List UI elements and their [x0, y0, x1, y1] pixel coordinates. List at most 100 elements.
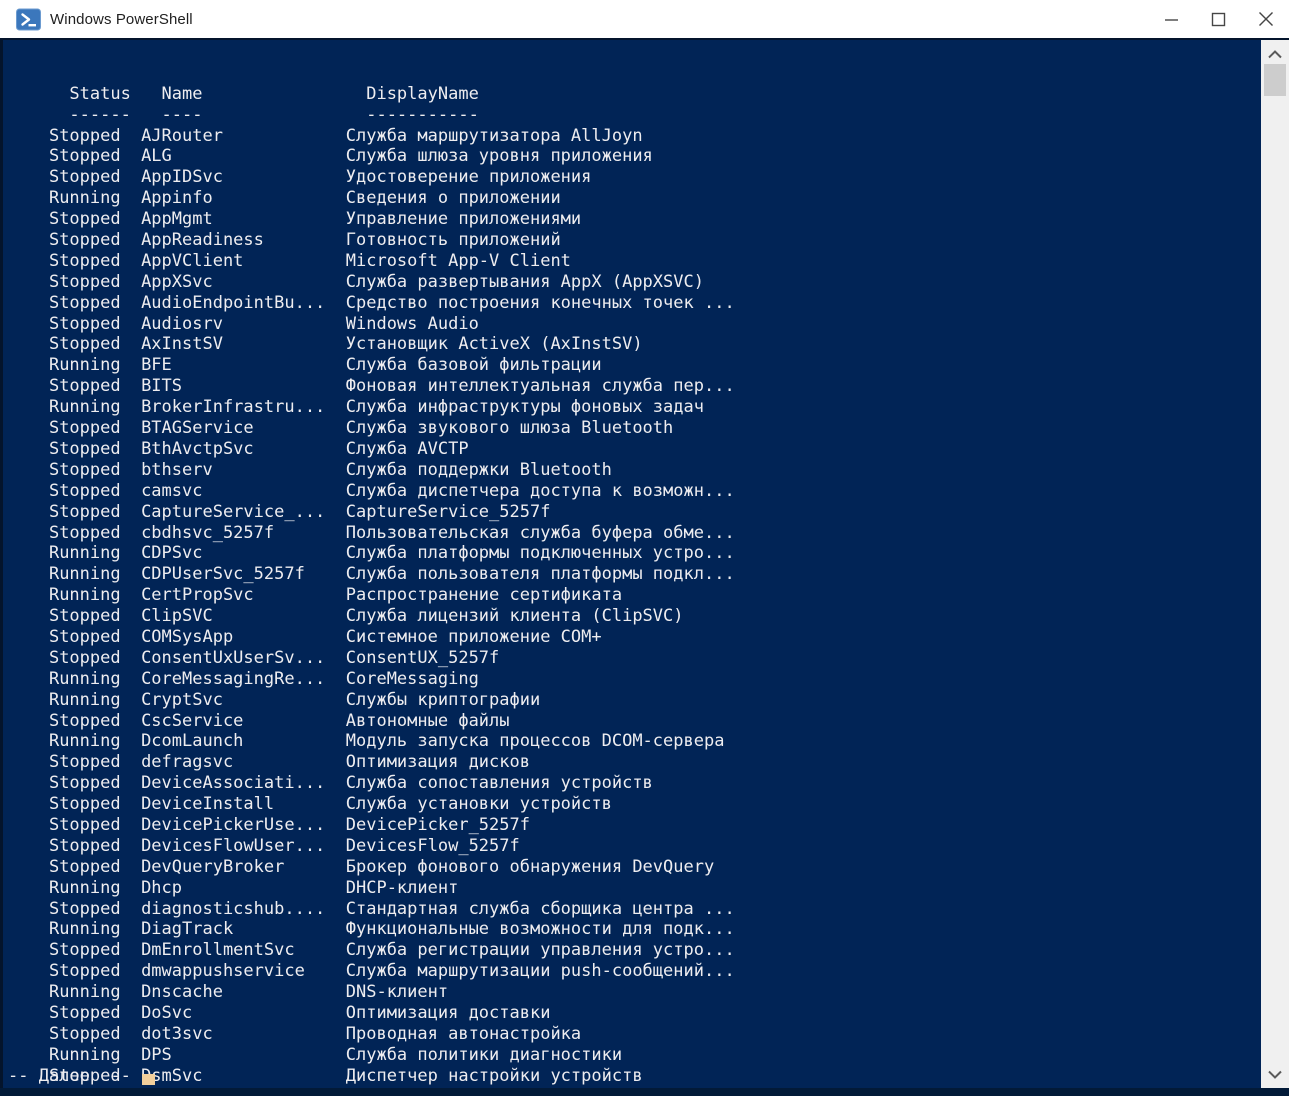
- row-name: COMSysApp: [141, 627, 346, 648]
- row-displayname: Служба базовой фильтрации: [346, 355, 602, 376]
- row-name: BrokerInfrastru...: [141, 397, 346, 418]
- row-name: DsmSvc: [141, 1066, 346, 1087]
- row-displayname: Служба поддержки Bluetooth: [346, 460, 612, 481]
- row-name: CryptSvc: [141, 690, 346, 711]
- row-displayname: Служба шлюза уровня приложения: [346, 146, 653, 167]
- row-name: DiagTrack: [141, 919, 346, 940]
- row-status: Stopped: [49, 251, 141, 272]
- row-status: Stopped: [49, 418, 141, 439]
- row-name: dot3svc: [141, 1024, 346, 1045]
- row-displayname: DNS-клиент: [346, 982, 448, 1003]
- row-displayname: Оптимизация доставки: [346, 1003, 551, 1024]
- title-bar[interactable]: Windows PowerShell: [0, 0, 1289, 40]
- row-status: Stopped: [49, 627, 141, 648]
- scroll-down-button[interactable]: [1261, 1064, 1289, 1084]
- row-status: Stopped: [49, 836, 141, 857]
- row-displayname: Проводная автонастройка: [346, 1024, 581, 1045]
- more-prompt: -- Далее --: [8, 1066, 131, 1087]
- blank-line: [8, 42, 1261, 63]
- row-status: Running: [49, 919, 141, 940]
- row-name: DPS: [141, 1045, 346, 1066]
- row-displayname: Готовность приложений: [346, 230, 561, 251]
- row-status: Stopped: [49, 376, 141, 397]
- row-status: Running: [49, 543, 141, 564]
- powershell-window: Windows PowerShell StatusNameDisplayName…: [0, 0, 1289, 1096]
- row-name: AudioEndpointBu...: [141, 293, 346, 314]
- row-displayname: Удостоверение приложения: [346, 167, 592, 188]
- row-status: Stopped: [49, 502, 141, 523]
- row-name: AppIDSvc: [141, 167, 346, 188]
- row-name: BTAGService: [141, 418, 346, 439]
- row-status: Stopped: [49, 126, 141, 147]
- row-name: AppReadiness: [141, 230, 346, 251]
- powershell-icon: [16, 8, 41, 31]
- row-name: defragsvc: [141, 752, 346, 773]
- row-name: ALG: [141, 146, 346, 167]
- row-name: DevicesFlowUser...: [141, 836, 346, 857]
- row-name: Dnscache: [141, 982, 346, 1003]
- row-displayname: DHCP-клиент: [346, 878, 459, 899]
- console-output[interactable]: StatusNameDisplayName ------------------…: [0, 40, 1261, 1088]
- row-name: CscService: [141, 711, 346, 732]
- row-displayname: Служба маршрутизации push-сообщений...: [346, 961, 735, 982]
- row-displayname: DevicesFlow_5257f: [346, 836, 520, 857]
- maximize-button[interactable]: [1195, 0, 1242, 38]
- row-displayname: Службы криптографии: [346, 690, 540, 711]
- row-displayname: Служба пользователя платформы подкл...: [346, 564, 735, 585]
- text-cursor: [142, 1074, 155, 1085]
- row-displayname: Брокер фонового обнаружения DevQuery: [346, 857, 714, 878]
- header-status: Status: [69, 84, 161, 105]
- row-status: Stopped: [49, 523, 141, 544]
- row-displayname: Сведения о приложении: [346, 188, 561, 209]
- scroll-up-button[interactable]: [1261, 44, 1289, 64]
- row-displayname: ConsentUX_5257f: [346, 648, 500, 669]
- row-name: DcomLaunch: [141, 731, 346, 752]
- row-status: Running: [49, 585, 141, 606]
- row-status: Stopped: [49, 272, 141, 293]
- row-displayname: Фоновая интеллектуальная служба пер...: [346, 376, 735, 397]
- row-name: cbdhsvc_5257f: [141, 523, 346, 544]
- service-rows: StoppedAJRouterСлужба маршрутизатора All…: [8, 105, 1261, 1066]
- row-name: AppMgmt: [141, 209, 346, 230]
- window-controls: [1148, 0, 1289, 38]
- row-status: Stopped: [49, 1003, 141, 1024]
- row-status: Stopped: [49, 146, 141, 167]
- row-status: Running: [49, 982, 141, 1003]
- row-status: Stopped: [49, 773, 141, 794]
- row-name: Appinfo: [141, 188, 346, 209]
- row-status: Stopped: [49, 711, 141, 732]
- row-displayname: Системное приложение COM+: [346, 627, 602, 648]
- row-displayname: Microsoft App-V Client: [346, 251, 571, 272]
- row-name: DoSvc: [141, 1003, 346, 1024]
- row-name: DevicePickerUse...: [141, 815, 346, 836]
- row-status: Stopped: [49, 439, 141, 460]
- row-status: Stopped: [49, 481, 141, 502]
- row-displayname: DevicePicker_5257f: [346, 815, 530, 836]
- row-displayname: Автономные файлы: [346, 711, 510, 732]
- row-status: Running: [49, 397, 141, 418]
- row-displayname: Распространение сертификата: [346, 585, 622, 606]
- row-status: Stopped: [49, 230, 141, 251]
- row-status: Stopped: [49, 1024, 141, 1045]
- window-title: Windows PowerShell: [50, 11, 193, 28]
- row-status: Stopped: [49, 857, 141, 878]
- minimize-button[interactable]: [1148, 0, 1195, 38]
- row-status: Stopped: [49, 334, 141, 355]
- row-displayname: Windows Audio: [346, 314, 479, 335]
- row-displayname: Служба маршрутизатора AllJoyn: [346, 126, 643, 147]
- scrollbar-thumb[interactable]: [1264, 64, 1286, 96]
- row-status: Stopped: [49, 606, 141, 627]
- vertical-scrollbar[interactable]: [1261, 40, 1289, 1088]
- row-displayname: Средство построения конечных точек ...: [346, 293, 735, 314]
- close-button[interactable]: [1242, 0, 1289, 38]
- header-displayname: DisplayName: [366, 84, 479, 105]
- row-displayname: Пользовательская служба буфера обме...: [346, 523, 735, 544]
- window-bottom-frame: [0, 1088, 1289, 1096]
- row-name: CaptureService_...: [141, 502, 346, 523]
- row-status: Stopped: [49, 460, 141, 481]
- row-displayname: Служба установки устройств: [346, 794, 612, 815]
- row-status: Stopped: [49, 815, 141, 836]
- row-name: CoreMessagingRe...: [141, 669, 346, 690]
- row-name: CDPUserSvc_5257f: [141, 564, 346, 585]
- row-status: Stopped: [49, 899, 141, 920]
